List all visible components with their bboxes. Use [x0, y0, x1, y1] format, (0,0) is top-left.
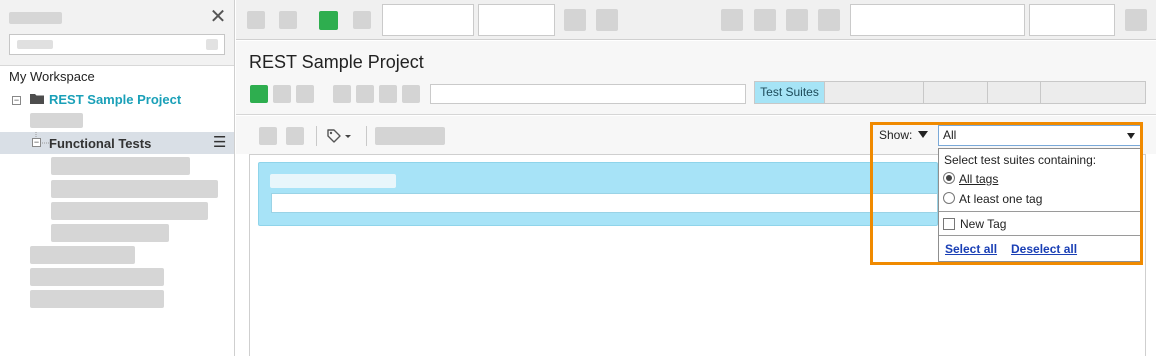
page-title: REST Sample Project — [249, 52, 424, 72]
tree-item-placeholder[interactable] — [51, 157, 190, 175]
tab-test-suites[interactable]: Test Suites — [755, 82, 825, 103]
popup-separator — [939, 211, 1140, 212]
tag-new-tag-label[interactable]: New Tag — [960, 217, 1006, 231]
tab[interactable] — [924, 82, 988, 103]
toolbar-divider — [316, 126, 317, 146]
popup-separator — [939, 235, 1140, 236]
toolbar-button[interactable] — [721, 9, 743, 31]
folder-icon — [30, 94, 44, 104]
tab[interactable] — [1041, 82, 1145, 103]
toolbar-button[interactable] — [279, 11, 297, 29]
test-suite-description-field[interactable] — [271, 193, 938, 213]
toolbar-field[interactable] — [382, 4, 474, 36]
toolbar-divider — [366, 126, 367, 146]
project-toolbar-button[interactable] — [296, 85, 314, 103]
navigator-title-placeholder — [9, 12, 62, 24]
show-filter-select[interactable]: All — [938, 125, 1141, 146]
radio-at-least-one-tag[interactable] — [943, 192, 955, 204]
project-toolbar-button[interactable] — [379, 85, 397, 103]
toolbar-field[interactable] — [478, 4, 555, 36]
toolbar-search-field[interactable] — [850, 4, 1025, 36]
tag-icon[interactable] — [325, 127, 355, 145]
deselect-all-link[interactable]: Deselect all — [1011, 242, 1077, 256]
suites-toolbar-button[interactable] — [259, 127, 277, 145]
toolbar-button[interactable] — [247, 11, 265, 29]
project-description-field[interactable] — [430, 84, 746, 104]
tree-item-functional-tests[interactable]: Functional Tests — [49, 136, 151, 151]
toolbar-field[interactable] — [1029, 4, 1115, 36]
navigator-search-input[interactable] — [9, 34, 225, 55]
option-at-least-one-tag-label[interactable]: At least one tag — [959, 192, 1042, 206]
tag-checkbox-new-tag[interactable] — [943, 218, 955, 230]
tree-item-placeholder[interactable] — [30, 113, 83, 128]
workspace-label: My Workspace — [9, 69, 95, 84]
tree-item-project[interactable]: REST Sample Project — [49, 92, 181, 107]
project-toolbar-button[interactable] — [402, 85, 420, 103]
radio-all-tags[interactable] — [943, 172, 955, 184]
menu-icon[interactable]: ☰ — [213, 135, 226, 150]
dropdown-arrow-icon — [1127, 133, 1135, 139]
suites-toolbar-button[interactable] — [286, 127, 304, 145]
tree-item-placeholder[interactable] — [30, 290, 164, 308]
tab[interactable] — [988, 82, 1041, 103]
collapse-functional-tests-icon[interactable]: − — [32, 138, 41, 147]
option-all-tags-label[interactable]: All tags — [959, 172, 998, 186]
toolbar-button[interactable] — [564, 9, 586, 31]
show-filter-value: All — [943, 128, 957, 142]
toolbar-button[interactable] — [596, 9, 618, 31]
project-toolbar-button[interactable] — [333, 85, 351, 103]
project-toolbar-button[interactable] — [356, 85, 374, 103]
toolbar-button[interactable] — [353, 11, 371, 29]
show-filter-arrow-icon[interactable] — [918, 131, 928, 138]
run-project-button[interactable] — [250, 85, 268, 103]
tree-item-placeholder[interactable] — [30, 246, 135, 264]
show-filter-label: Show: — [879, 128, 913, 142]
tree-item-placeholder[interactable] — [51, 180, 218, 198]
toolbar-button[interactable] — [754, 9, 776, 31]
test-suite-title-placeholder — [270, 174, 396, 188]
tree-item-placeholder[interactable] — [51, 202, 208, 220]
search-placeholder — [17, 40, 53, 49]
suites-toolbar-button[interactable] — [375, 127, 445, 145]
collapse-project-icon[interactable]: − — [12, 96, 21, 105]
project-toolbar-button[interactable] — [273, 85, 291, 103]
project-tabs: Test Suites — [754, 81, 1146, 104]
tree-item-placeholder[interactable] — [30, 268, 164, 286]
select-all-link[interactable]: Select all — [945, 242, 997, 256]
toolbar-button[interactable] — [786, 9, 808, 31]
tree-item-placeholder[interactable] — [51, 224, 169, 242]
run-icon[interactable] — [319, 11, 338, 30]
tab[interactable] — [825, 82, 924, 103]
popup-heading: Select test suites containing: — [944, 153, 1097, 167]
toolbar-button[interactable] — [1125, 9, 1147, 31]
close-icon[interactable]: ✕ — [209, 7, 227, 27]
navigator-header — [0, 0, 234, 66]
toolbar-button[interactable] — [818, 9, 840, 31]
search-clear-icon[interactable] — [206, 39, 218, 50]
